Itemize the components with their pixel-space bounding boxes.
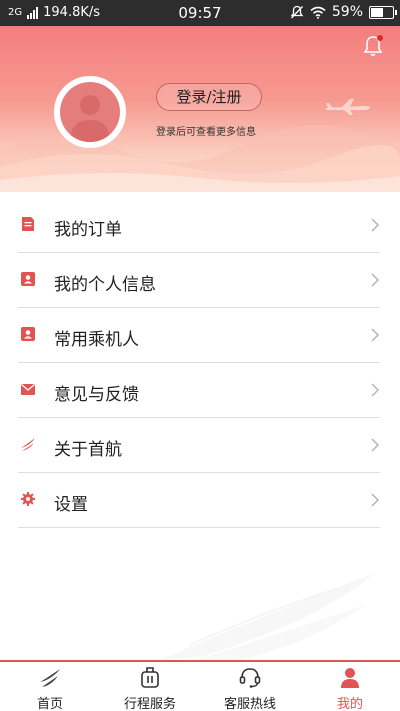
headset-icon — [239, 668, 261, 688]
menu-label: 我的个人信息 — [54, 275, 156, 295]
menu-label: 意见与反馈 — [54, 385, 139, 405]
user-silhouette-icon — [70, 95, 110, 142]
chevron-right-icon — [371, 438, 380, 452]
battery-icon — [369, 5, 397, 19]
bottom-tab-bar: 首页 行程服务 客服热线 我的 — [0, 660, 400, 711]
avatar[interactable] — [54, 76, 126, 148]
chevron-right-icon — [371, 493, 380, 507]
tab-hotline[interactable]: 客服热线 — [200, 662, 300, 711]
luggage-icon — [141, 667, 159, 688]
profile-header: 登录/注册 登录后可查看更多信息 — [0, 26, 400, 192]
order-icon — [22, 217, 34, 231]
user-icon — [341, 668, 359, 688]
tab-trip-service[interactable]: 行程服务 — [100, 662, 200, 711]
login-register-button[interactable]: 登录/注册 — [156, 83, 262, 111]
status-right: 59% — [290, 4, 397, 20]
login-hint: 登录后可查看更多信息 — [156, 127, 256, 138]
menu-label: 关于首航 — [54, 440, 122, 460]
mute-icon — [290, 5, 304, 19]
divider — [18, 527, 380, 528]
menu-label: 常用乘机人 — [54, 330, 139, 350]
wifi-icon — [310, 6, 326, 19]
menu-label: 设置 — [54, 495, 88, 515]
settings-menu: 我的订单 我的个人信息 常用乘机人 意见与反馈 关于首航 设置 — [0, 198, 400, 528]
airline-watermark — [160, 573, 375, 665]
chevron-right-icon — [371, 328, 380, 342]
notification-bell-icon[interactable] — [362, 34, 384, 58]
airplane-decoration — [326, 99, 371, 115]
profile-card-icon — [21, 272, 35, 286]
menu-item-passengers[interactable]: 常用乘机人 — [0, 308, 400, 363]
tab-label: 行程服务 — [123, 697, 176, 711]
status-bar: 2G 194.8K/s 09:57 59% — [0, 0, 400, 26]
gear-icon — [21, 492, 35, 506]
chevron-right-icon — [371, 383, 380, 397]
menu-label: 我的订单 — [54, 220, 122, 240]
envelope-icon — [21, 384, 35, 395]
menu-item-orders[interactable]: 我的订单 — [0, 198, 400, 253]
tab-label: 首页 — [36, 697, 63, 711]
menu-item-personal-info[interactable]: 我的个人信息 — [0, 253, 400, 308]
tab-label: 我的 — [336, 697, 363, 711]
airline-logo-icon — [40, 669, 60, 687]
menu-item-about[interactable]: 关于首航 — [0, 418, 400, 473]
chevron-right-icon — [371, 218, 380, 232]
tab-label: 客服热线 — [223, 697, 276, 711]
tab-home[interactable]: 首页 — [0, 662, 100, 711]
battery-percent: 59% — [331, 4, 363, 20]
menu-item-feedback[interactable]: 意见与反馈 — [0, 363, 400, 418]
airline-logo-icon — [21, 438, 35, 451]
chevron-right-icon — [371, 273, 380, 287]
tab-mine[interactable]: 我的 — [300, 662, 400, 711]
passenger-icon — [21, 327, 35, 341]
menu-item-settings[interactable]: 设置 — [0, 473, 400, 528]
notification-dot — [377, 35, 383, 41]
